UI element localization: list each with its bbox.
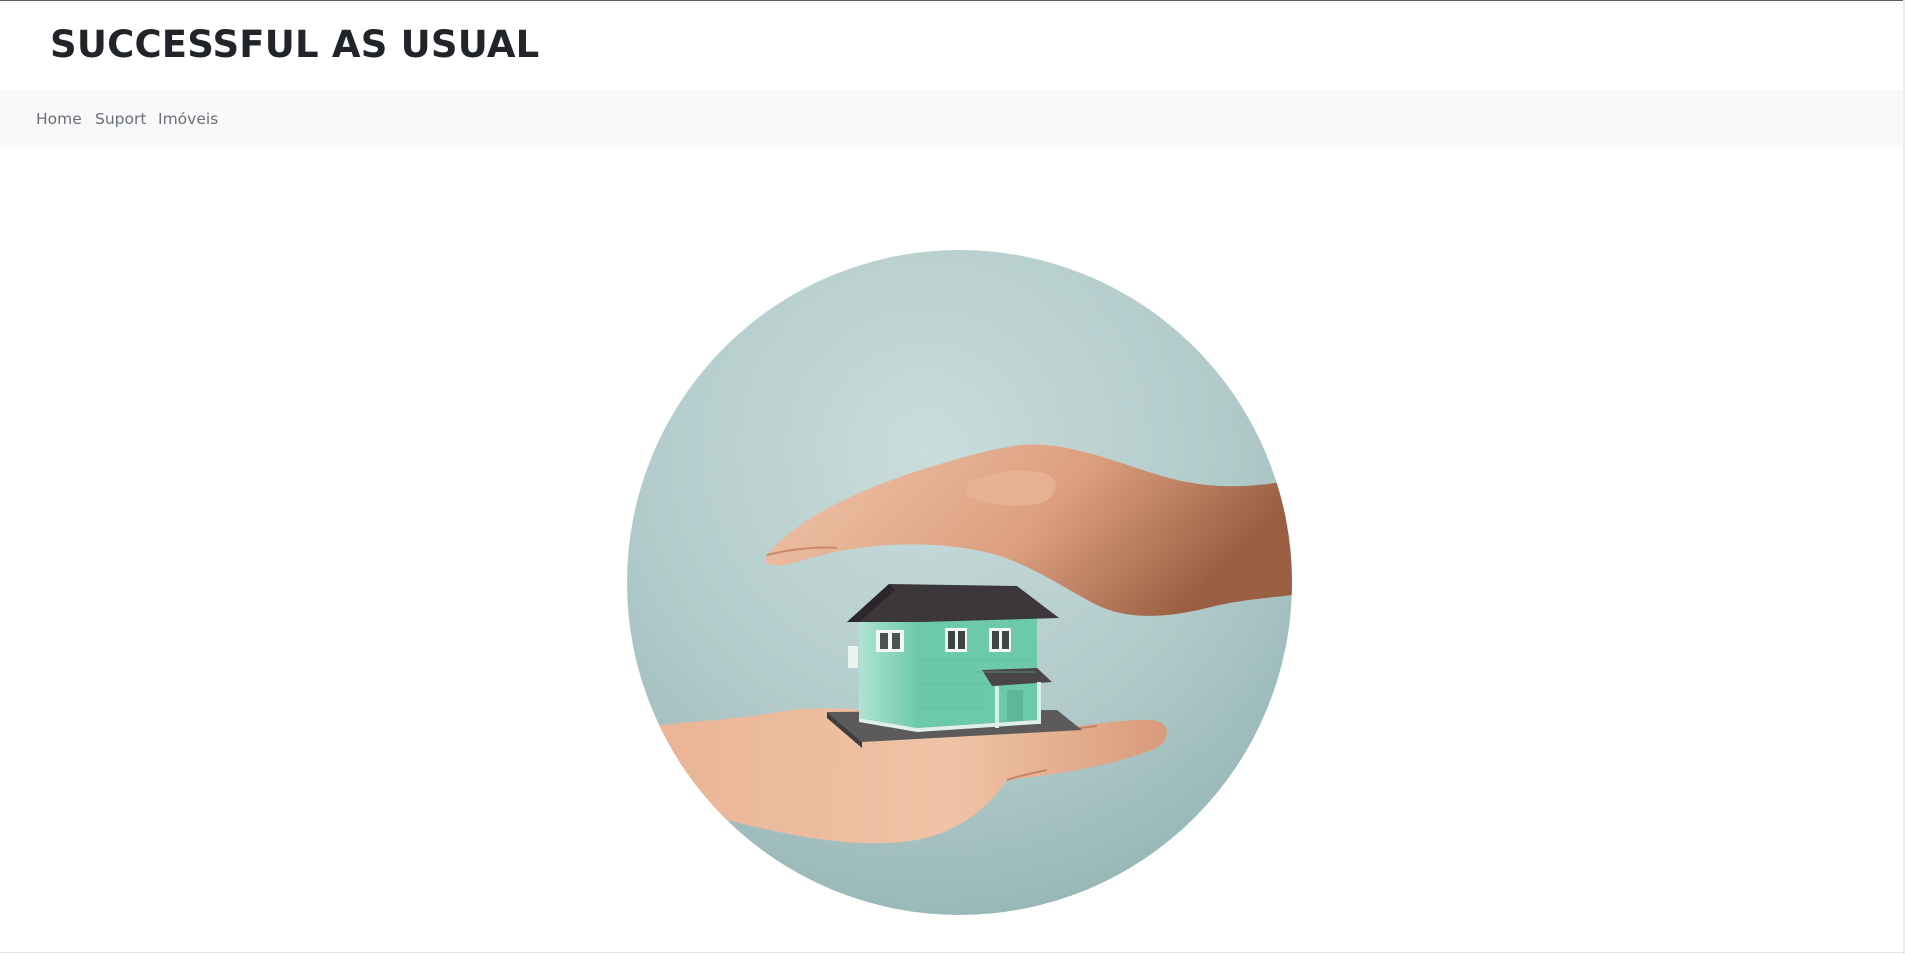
hero-image (627, 250, 1292, 915)
site-header: SUCCESSFUL AS USUAL (0, 1, 1905, 90)
main-navbar: Home Suport Imóveis (0, 90, 1905, 147)
nav-link-imoveis[interactable]: Imóveis (158, 110, 218, 128)
nav-link-suport[interactable]: Suport (95, 110, 146, 128)
nav-link-home[interactable]: Home (36, 110, 82, 128)
site-title: SUCCESSFUL AS USUAL (50, 23, 540, 66)
house-in-hands-icon (627, 250, 1292, 915)
bottom-divider (0, 952, 1905, 953)
